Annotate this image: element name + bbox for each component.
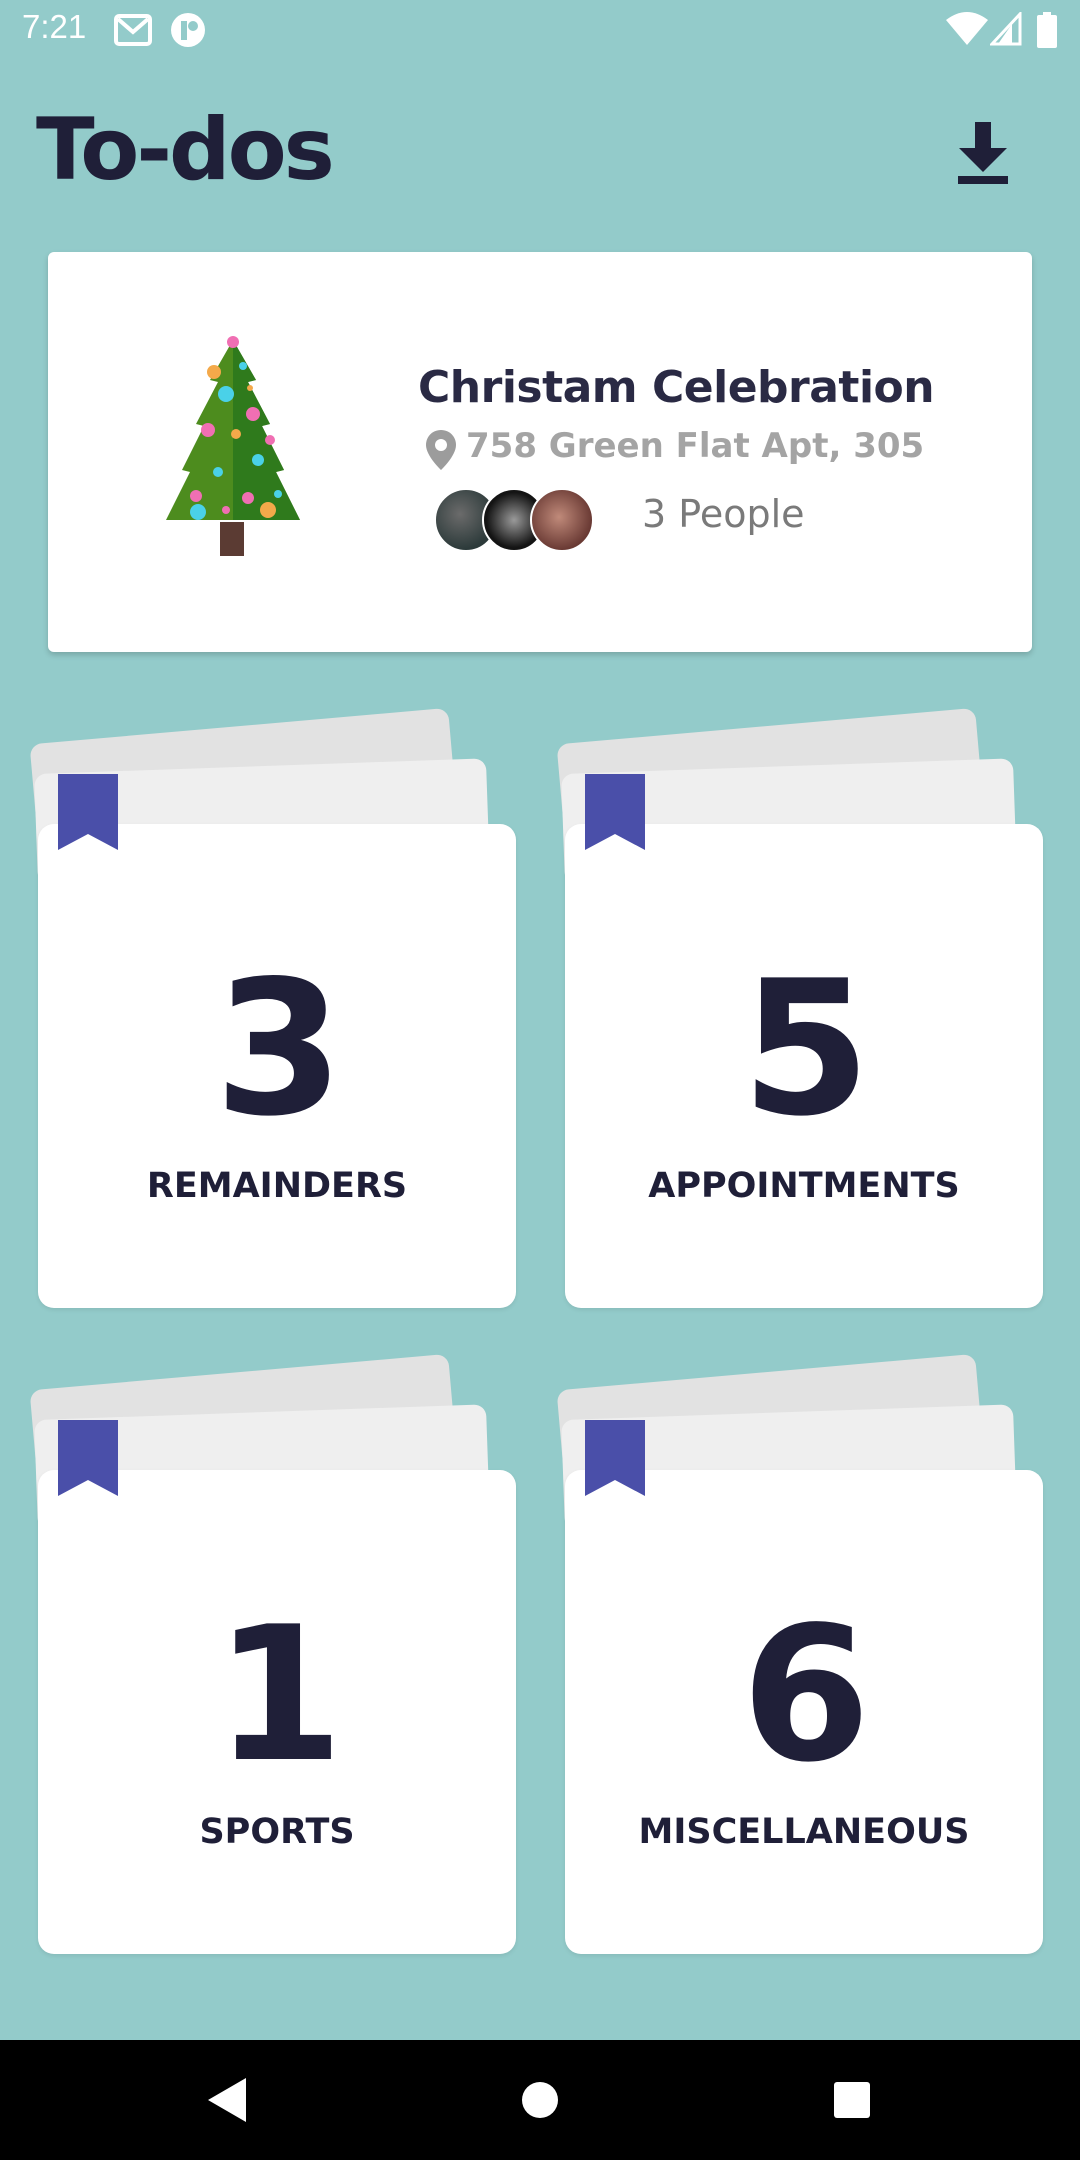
- home-icon[interactable]: [510, 2070, 570, 2130]
- back-icon[interactable]: [196, 2070, 256, 2130]
- tile-card: 5 APPOINTMENTS: [565, 824, 1043, 1308]
- tile-count: 5: [741, 940, 870, 1157]
- tile-label: REMAINDERS: [146, 1166, 408, 1206]
- app-icon: [171, 13, 205, 47]
- bookmark-icon: [585, 774, 645, 850]
- signal-icon: [990, 12, 1022, 46]
- people-count: 3 People: [642, 492, 805, 536]
- page-title: To-dos: [36, 100, 335, 200]
- tile-sports[interactable]: 1 SPORTS: [29, 1353, 516, 1960]
- tile-remainders[interactable]: 3 REMAINDERS: [29, 707, 516, 1314]
- navigation-bar: [0, 2040, 1080, 2160]
- tile-miscellaneous[interactable]: 6 MISCELLANEOUS: [556, 1353, 1043, 1960]
- bookmark-icon: [58, 1420, 118, 1496]
- tile-count: 1: [214, 1586, 343, 1803]
- status-time: 7:21: [22, 8, 87, 45]
- download-button[interactable]: [950, 118, 1016, 188]
- event-title: Christam Celebration: [418, 362, 935, 413]
- download-icon: [958, 122, 1008, 184]
- tile-card: 3 REMAINDERS: [38, 824, 516, 1308]
- tile-label: SPORTS: [199, 1812, 355, 1852]
- tile-card: 1 SPORTS: [38, 1470, 516, 1954]
- tile-count: 3: [214, 940, 343, 1157]
- event-address: 758 Green Flat Apt, 305: [466, 426, 925, 466]
- christmas-tree-icon: [166, 336, 300, 556]
- event-card[interactable]: Christam Celebration 758 Green Flat Apt,…: [48, 252, 1032, 652]
- wifi-icon: [946, 12, 988, 45]
- tile-count: 6: [741, 1586, 870, 1803]
- bookmark-icon: [585, 1420, 645, 1496]
- tile-label: APPOINTMENTS: [648, 1166, 960, 1206]
- location-pin-icon: [426, 430, 456, 470]
- tile-card: 6 MISCELLANEOUS: [565, 1470, 1043, 1954]
- tile-label: MISCELLANEOUS: [638, 1812, 970, 1852]
- tile-appointments[interactable]: 5 APPOINTMENTS: [556, 707, 1043, 1314]
- avatar: [530, 488, 594, 552]
- recents-icon[interactable]: [822, 2070, 882, 2130]
- bookmark-icon: [58, 774, 118, 850]
- status-bar: 7:21: [0, 0, 1080, 60]
- gmail-icon: [114, 14, 152, 46]
- battery-visible-icon: [1037, 12, 1057, 48]
- avatar-group[interactable]: [434, 488, 634, 554]
